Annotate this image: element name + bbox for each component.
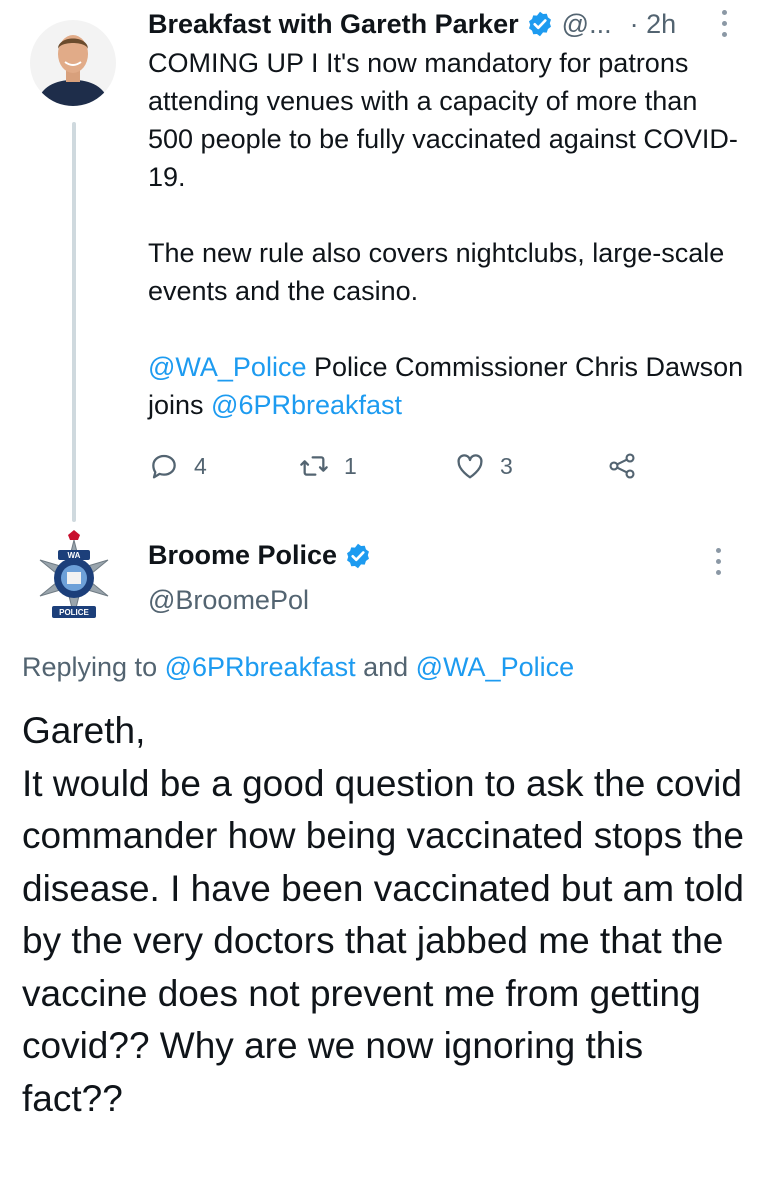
like-icon <box>457 454 483 479</box>
retweet-button[interactable]: 1 <box>298 446 357 486</box>
share-button[interactable] <box>606 446 638 486</box>
tweet1-text-body: COMING UP I It's now mandatory for patro… <box>148 48 738 306</box>
replying-and: and <box>355 652 416 682</box>
tweet1-action-bar: 4 1 3 <box>148 446 668 486</box>
tweet1-handle[interactable]: @... <box>562 9 612 40</box>
tweet2-author-row: Broome Police <box>148 540 372 571</box>
mention-wa-police[interactable]: @WA_Police <box>148 352 306 382</box>
verified-badge-icon <box>528 11 551 37</box>
retweet-icon <box>300 456 328 476</box>
reply-count: 4 <box>194 452 207 479</box>
gareth-parker-avatar[interactable] <box>30 20 116 106</box>
broome-police-logo[interactable]: WA POLICE <box>28 530 120 628</box>
reply-button[interactable]: 4 <box>148 446 207 486</box>
tweet2-author-name[interactable]: Broome Police <box>148 540 337 571</box>
more-options-icon[interactable] <box>714 548 722 575</box>
tweet1-header: Breakfast with Gareth Parker @... · 2h <box>148 4 740 44</box>
tweet2-handle[interactable]: @BroomePol <box>148 585 309 616</box>
tweet1-text: COMING UP I It's now mandatory for patro… <box>148 44 748 424</box>
reply-icon <box>152 454 176 479</box>
like-button[interactable]: 3 <box>454 446 513 486</box>
replying-to-line: Replying to @6PRbreakfast and @WA_Police <box>22 652 574 683</box>
like-count: 3 <box>500 452 513 479</box>
tweet1-author-name[interactable]: Breakfast with Gareth Parker <box>148 9 519 40</box>
mention-6prbreakfast[interactable]: @6PRbreakfast <box>211 390 402 420</box>
tweet2-text: Gareth, It would be a good question to a… <box>22 710 744 1119</box>
logo-text-police: POLICE <box>59 608 89 617</box>
verified-badge-icon <box>347 543 370 568</box>
share-icon <box>609 453 635 479</box>
thread-connector-line <box>72 122 76 522</box>
replying-mention-6prbreakfast[interactable]: @6PRbreakfast <box>165 652 356 682</box>
retweet-count: 1 <box>344 452 357 479</box>
tweet1-timestamp[interactable]: · 2h <box>630 9 677 40</box>
more-options-icon[interactable] <box>720 10 728 37</box>
replying-mention-wa-police[interactable]: @WA_Police <box>416 652 574 682</box>
replying-to-prefix: Replying to <box>22 652 165 682</box>
logo-text-wa: WA <box>68 551 81 560</box>
